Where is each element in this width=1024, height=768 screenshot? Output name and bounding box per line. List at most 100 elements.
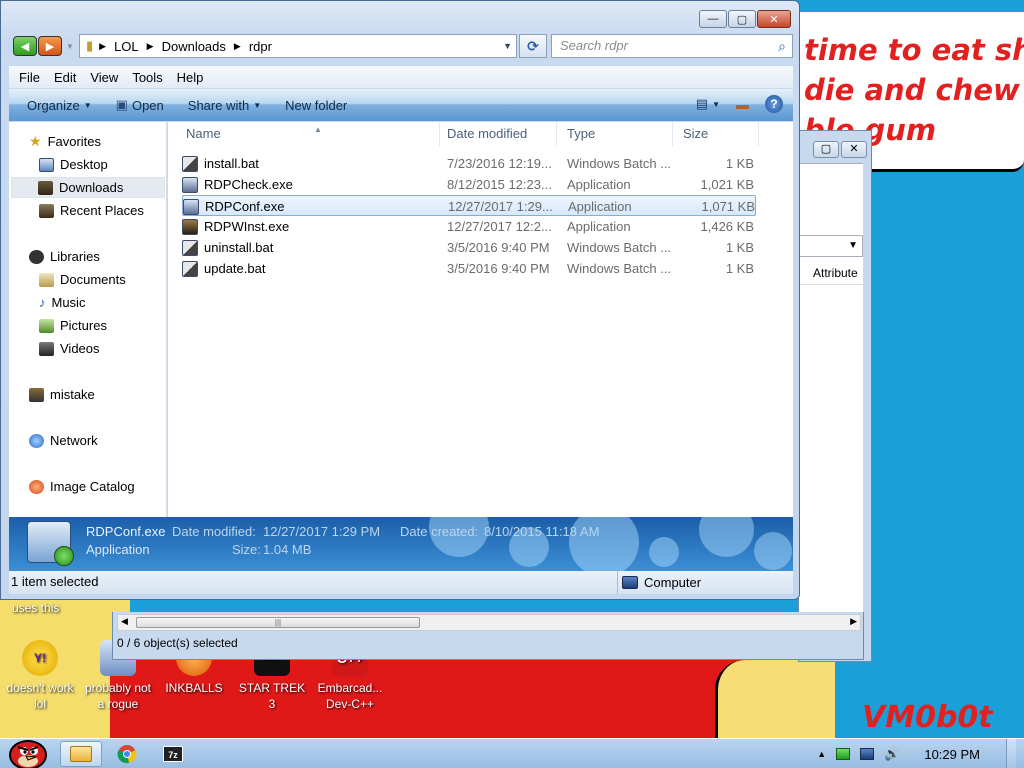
column-header-type[interactable]: Type [557,122,673,146]
file-date: 3/5/2016 9:40 PM [447,240,550,255]
preview-pane-button[interactable]: ▬ [736,97,749,112]
horizontal-scrollbar[interactable]: ◀ ||| ▶ [117,614,861,631]
taskbar-7zip-button[interactable]: 7z [152,741,194,767]
search-icon[interactable]: ⌕ [778,35,786,57]
taskbar: 7z ▲ 🔊 10:29 PM [0,738,1024,768]
nav-label: Music [51,295,86,310]
arrow-left-icon: ◀ [20,40,30,53]
decor-bubble [699,517,754,557]
file-size: 1,071 KB [701,199,756,214]
nav-label: Favorites [47,134,102,149]
scroll-left-icon[interactable]: ◀ [121,616,128,627]
address-bar[interactable]: ▮ ▶ LOL ▶ Downloads ▶ rdpr ▼ [79,34,517,58]
file-row-selected[interactable]: RDPConf.exe 12/27/2017 1:29... Applicati… [182,195,756,216]
nav-image-catalog[interactable]: Image Catalog [29,476,135,497]
start-button[interactable] [4,733,48,768]
taskbar-chrome-button[interactable] [106,741,148,767]
taskbar-explorer-button[interactable] [60,741,102,767]
attribute-column-header[interactable]: Attribute [799,261,863,285]
nav-mistake[interactable]: mistake [29,384,95,405]
nav-recent-places[interactable]: Recent Places [39,200,144,221]
nav-network[interactable]: Network [29,430,98,451]
breadcrumb-separator-icon[interactable]: ▶ [234,41,241,52]
address-dropdown-icon[interactable]: ▼ [503,41,512,51]
nav-label: Image Catalog [50,479,135,494]
computer-icon [622,576,638,589]
details-size-label: Size: [232,542,261,557]
search-input[interactable]: Search rdpr ⌕ [551,34,793,58]
column-header-name[interactable]: Name ▲ [176,122,440,146]
wallpaper-signature: VM0b0t [862,700,993,735]
scroll-right-icon[interactable]: ▶ [850,616,857,627]
nav-favorites[interactable]: ★ Favorites [29,131,101,152]
nav-desktop[interactable]: Desktop [39,154,108,175]
recent-pages-dropdown[interactable]: ▼ [66,42,74,51]
breadcrumb-rdpr[interactable]: rdpr [249,39,272,54]
change-view-button[interactable]: ▤ ▼ [696,96,720,112]
file-row[interactable]: update.bat 3/5/2016 9:40 PM Windows Batc… [182,258,756,279]
column-headers: Name ▲ Date modified Type Size [168,122,793,148]
background-status-text: 0 / 6 object(s) selected [117,636,238,650]
open-button[interactable]: ▣ Open [116,97,164,113]
file-type: Windows Batch ... [567,240,672,255]
desktop-icon-yahoo[interactable]: Y! doesn't work lol [2,640,78,712]
background-window-bottom: ◀ ||| ▶ 0 / 6 object(s) selected [112,612,864,660]
new-folder-button[interactable]: New folder [285,98,347,113]
breadcrumb-lol[interactable]: LOL [114,39,139,54]
nav-music[interactable]: ♪ Music [39,292,85,313]
menu-file[interactable]: File [19,70,40,85]
homegroup-icon [29,387,44,402]
zone-label: Computer [644,575,702,590]
status-bar: 1 item selected Computer [9,571,793,594]
column-header-date[interactable]: Date modified [437,122,557,146]
background-window[interactable]: ▢ ✕ ▼ Attribute [798,130,872,662]
clock[interactable]: 10:29 PM [924,747,980,762]
volume-icon[interactable]: 🔊 [884,746,900,762]
show-hidden-icons-button[interactable]: ▲ [817,749,826,759]
breadcrumb-separator-icon[interactable]: ▶ [147,41,154,52]
breadcrumb-separator-icon[interactable]: ▶ [99,41,106,52]
close-button[interactable]: ✕ [757,10,791,28]
maximize-button[interactable]: ▢ [728,10,756,28]
menu-help[interactable]: Help [177,70,204,85]
minimize-button[interactable]: — [699,10,727,28]
column-header-size[interactable]: Size [673,122,759,146]
file-type: Windows Batch ... [567,261,672,276]
close-button[interactable]: ✕ [841,141,867,158]
network-icon[interactable] [860,748,875,760]
file-row[interactable]: RDPWInst.exe 12/27/2017 12:2... Applicat… [182,216,756,237]
file-row[interactable]: uninstall.bat 3/5/2016 9:40 PM Windows B… [182,237,756,258]
application-large-icon [27,521,74,566]
chevron-down-icon: ▼ [253,100,262,110]
show-desktop-button[interactable] [1006,739,1016,768]
nav-label: Libraries [50,249,100,264]
breadcrumb-downloads[interactable]: Downloads [162,39,226,54]
file-row[interactable]: RDPCheck.exe 8/12/2015 12:23... Applicat… [182,174,756,195]
nav-label: Downloads [59,180,124,195]
file-list: Name ▲ Date modified Type Size install.ba… [168,122,793,517]
organize-button[interactable]: Organize ▼ [27,98,92,113]
back-button[interactable]: ◀ [13,36,37,56]
nav-documents[interactable]: Documents [39,269,126,290]
share-with-button[interactable]: Share with ▼ [188,98,261,113]
maximize-button[interactable]: ▢ [813,141,839,158]
nav-videos[interactable]: Videos [39,338,100,359]
decor-bubble [754,532,792,570]
menu-edit[interactable]: Edit [54,70,76,85]
nav-pictures[interactable]: Pictures [39,315,107,336]
background-window-dropdown[interactable]: ▼ [799,235,863,257]
file-date: 3/5/2016 9:40 PM [447,261,550,276]
nav-downloads[interactable]: Downloads [11,177,165,198]
file-size: 1 KB [725,156,754,171]
details-date-created: 8/10/2015 11:18 AM [484,524,600,539]
file-row[interactable]: install.bat 7/23/2016 12:19... Windows B… [182,153,756,174]
background-window-controls: ▢ ✕ [813,141,867,158]
battery-icon[interactable] [836,748,851,760]
forward-button[interactable]: ▶ [38,36,62,56]
refresh-button[interactable]: ⟳ [519,34,547,58]
menu-view[interactable]: View [90,70,118,85]
help-button[interactable]: ? [765,95,783,113]
nav-libraries[interactable]: Libraries [29,246,100,267]
scrollbar-thumb[interactable]: ||| [136,617,420,628]
menu-tools[interactable]: Tools [132,70,162,85]
